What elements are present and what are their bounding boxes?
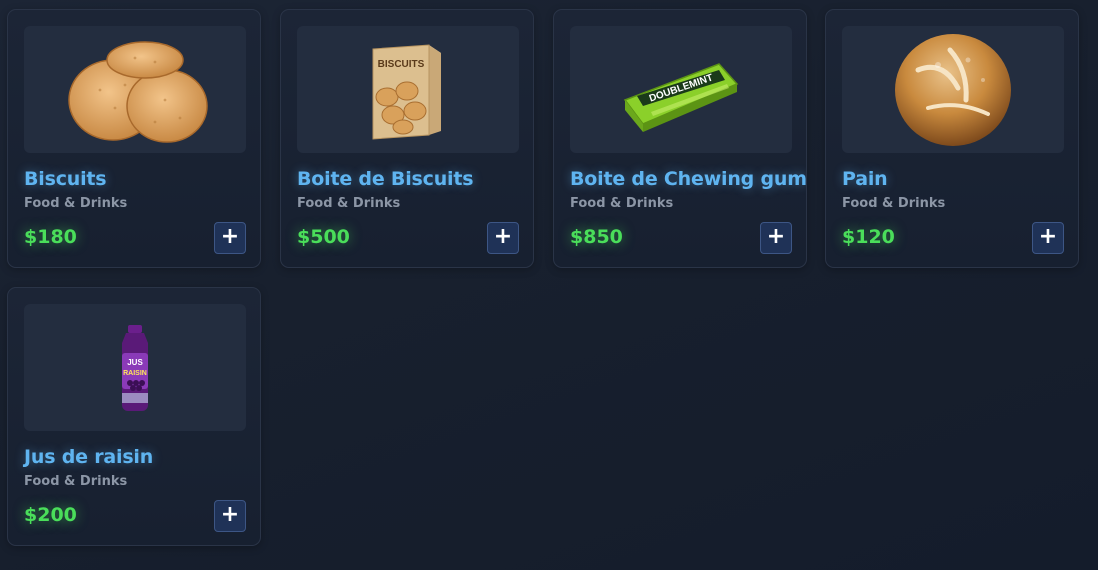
product-category: Food & Drinks [297, 196, 401, 211]
product-price: $500 [297, 226, 350, 248]
product-category: Food & Drinks [24, 474, 128, 489]
product-price: $200 [24, 504, 77, 526]
add-to-cart-button[interactable]: + [487, 222, 519, 254]
bread-icon [895, 33, 1011, 146]
product-thumbnail: BISCUITS [297, 26, 519, 153]
juice-label-1: JUS [127, 358, 143, 367]
product-thumbnail [842, 26, 1064, 153]
biscuits-icon [68, 40, 208, 143]
product-price: $120 [842, 226, 895, 248]
grape-juice-icon: JUS RAISIN [122, 324, 148, 411]
product-category: Food & Drinks [842, 196, 946, 211]
chewing-gum-icon: DOUBLEMINT [623, 62, 739, 132]
product-name: Boite de Chewing gum [570, 168, 807, 190]
product-card-biscuits[interactable]: Biscuits Food & Drinks $180 + [7, 9, 261, 268]
product-price: $180 [24, 226, 77, 248]
product-card-pain[interactable]: Pain Food & Drinks $120 + [825, 9, 1079, 268]
product-name: Biscuits [24, 168, 107, 190]
add-to-cart-button[interactable]: + [214, 500, 246, 532]
add-to-cart-button[interactable]: + [214, 222, 246, 254]
add-to-cart-button[interactable]: + [760, 222, 792, 254]
product-name: Boite de Biscuits [297, 168, 474, 190]
product-card-jus-de-raisin[interactable]: JUS RAISIN Jus de raisin Food & Drinks $… [7, 287, 261, 546]
add-to-cart-button[interactable]: + [1032, 222, 1064, 254]
product-price: $850 [570, 226, 623, 248]
product-name: Pain [842, 168, 888, 190]
product-card-boite-de-biscuits[interactable]: BISCUITS Boite de Biscuits Food & Drinks… [280, 9, 534, 268]
biscuit-box-icon: BISCUITS [372, 43, 441, 140]
product-thumbnail [24, 26, 246, 153]
product-card-boite-de-chewing-gum[interactable]: DOUBLEMINT Boite de Chewing gum Food & D… [553, 9, 807, 268]
juice-label-2: RAISIN [123, 370, 147, 377]
product-name: Jus de raisin [24, 446, 154, 468]
box-label: BISCUITS [378, 59, 425, 70]
product-category: Food & Drinks [24, 196, 128, 211]
product-thumbnail: DOUBLEMINT [570, 26, 792, 153]
product-thumbnail: JUS RAISIN [24, 304, 246, 431]
product-category: Food & Drinks [570, 196, 674, 211]
